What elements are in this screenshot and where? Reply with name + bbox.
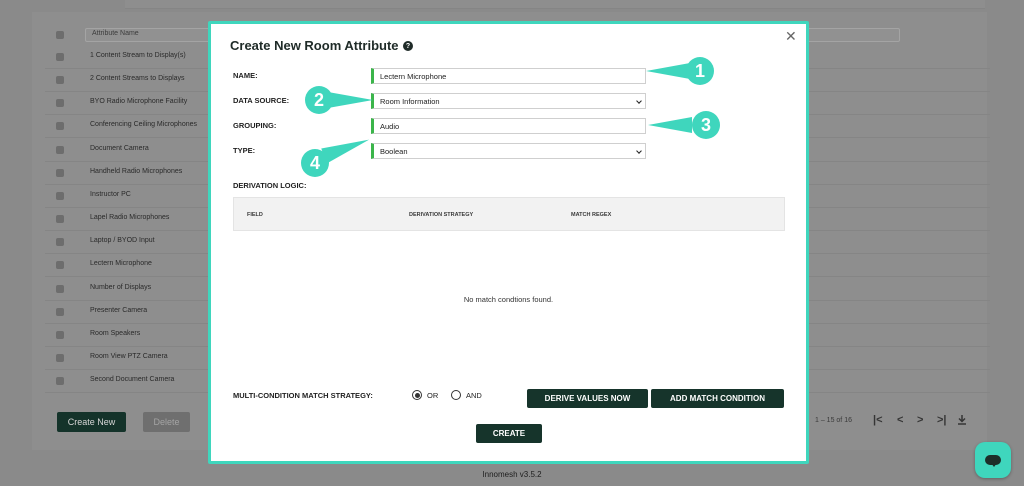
filter-placeholder: Attribute Name bbox=[92, 30, 139, 37]
create-room-attribute-dialog: Create New Room Attribute ? ✕ NAME: Lect… bbox=[211, 24, 806, 461]
row-checkbox[interactable] bbox=[56, 53, 64, 61]
attribute-name: Number of Displays bbox=[90, 283, 152, 291]
top-card bbox=[125, 0, 985, 9]
row-checkbox[interactable] bbox=[56, 284, 64, 293]
attribute-name: Second Document Camera bbox=[90, 376, 175, 384]
row-checkbox[interactable] bbox=[56, 191, 64, 200]
dialog-title: Create New Room Attribute bbox=[230, 38, 399, 53]
add-match-condition-button[interactable]: ADD MATCH CONDITION bbox=[651, 389, 784, 408]
row-checkbox[interactable] bbox=[56, 238, 64, 247]
callout-2-number: 2 bbox=[305, 86, 333, 114]
close-icon[interactable]: ✕ bbox=[785, 28, 797, 45]
delete-button[interactable]: Delete bbox=[143, 412, 190, 432]
attribute-name: Presenter Camera bbox=[90, 306, 148, 314]
attribute-name: Instructor PC bbox=[90, 190, 131, 198]
attribute-name: BYO Radio Microphone Facility bbox=[90, 98, 188, 106]
create-button[interactable]: CREATE bbox=[476, 424, 542, 443]
attribute-name: Document Camera bbox=[90, 144, 149, 152]
help-icon[interactable]: ? bbox=[403, 41, 413, 51]
data-source-select[interactable]: Room Information bbox=[371, 93, 646, 109]
name-label: NAME: bbox=[233, 71, 258, 80]
attribute-name: Handheld Radio Microphones bbox=[90, 167, 183, 175]
name-value: Lectern Microphone bbox=[380, 72, 447, 81]
page-info: 1 – 15 of 16 bbox=[815, 417, 852, 424]
strategy-or-label: OR bbox=[427, 391, 439, 400]
attribute-name: 1 Content Stream to Display(s) bbox=[90, 52, 186, 59]
derive-values-now-button[interactable]: DERIVE VALUES NOW bbox=[527, 389, 648, 408]
type-value: Boolean bbox=[380, 147, 408, 156]
strategy-or-radio[interactable] bbox=[412, 390, 422, 400]
derivation-logic-label: DERIVATION LOGIC: bbox=[233, 181, 307, 190]
select-all-checkbox[interactable] bbox=[56, 31, 64, 39]
chat-button[interactable] bbox=[975, 442, 1011, 478]
row-checkbox[interactable] bbox=[56, 353, 64, 362]
next-page-icon[interactable]: > bbox=[917, 414, 923, 426]
row-checkbox[interactable] bbox=[56, 261, 64, 270]
attribute-name: Lapel Radio Microphones bbox=[90, 214, 170, 222]
row-checkbox[interactable] bbox=[56, 145, 64, 154]
attribute-name: Room View PTZ Camera bbox=[90, 352, 168, 360]
attribute-name: Room Speakers bbox=[90, 329, 141, 337]
strategy-and-label: AND bbox=[466, 391, 482, 400]
strategy-and-radio[interactable] bbox=[451, 390, 461, 400]
attribute-name: Laptop / BYOD Input bbox=[90, 237, 155, 245]
chevron-down-icon bbox=[636, 98, 642, 104]
callout-4-number: 4 bbox=[301, 149, 329, 177]
chevron-down-icon bbox=[636, 148, 642, 154]
row-checkbox[interactable] bbox=[56, 76, 64, 85]
row-checkbox[interactable] bbox=[56, 330, 64, 339]
derivation-table-header: FIELD DERIVATION STRATEGY MATCH REGEX bbox=[233, 197, 785, 231]
column-match-regex: MATCH REGEX bbox=[571, 212, 612, 218]
data-source-label: DATA SOURCE: bbox=[233, 96, 290, 105]
grouping-value: Audio bbox=[380, 122, 400, 131]
type-label: TYPE: bbox=[233, 146, 256, 155]
attribute-name: Lectern Microphone bbox=[90, 260, 152, 268]
prev-page-icon[interactable]: < bbox=[897, 414, 903, 426]
attribute-name: 2 Content Streams to Displays bbox=[90, 75, 185, 83]
top-bar bbox=[0, 0, 1024, 12]
match-strategy-label: MULTI-CONDITION MATCH STRATEGY: bbox=[233, 391, 373, 400]
column-field: FIELD bbox=[247, 212, 263, 218]
row-checkbox[interactable] bbox=[56, 377, 64, 386]
name-input[interactable]: Lectern Microphone bbox=[371, 68, 646, 84]
column-derivation-strategy: DERIVATION STRATEGY bbox=[409, 212, 474, 218]
empty-conditions-message: No match condtions found. bbox=[463, 295, 554, 304]
row-checkbox[interactable] bbox=[56, 99, 64, 108]
create-new-button[interactable]: Create New bbox=[57, 412, 126, 432]
row-checkbox[interactable] bbox=[56, 307, 64, 316]
row-checkbox[interactable] bbox=[56, 215, 64, 224]
callout-1-number: 1 bbox=[686, 57, 714, 85]
type-select[interactable]: Boolean bbox=[371, 143, 646, 159]
callout-3-number: 3 bbox=[692, 111, 720, 139]
grouping-label: GROUPING: bbox=[233, 121, 277, 130]
last-page-icon[interactable]: >| bbox=[937, 414, 947, 426]
data-source-value: Room Information bbox=[380, 97, 440, 106]
version-label: Innomesh v3.5.2 bbox=[482, 470, 542, 479]
download-icon[interactable] bbox=[957, 414, 967, 428]
first-page-icon[interactable]: |< bbox=[873, 414, 883, 426]
row-checkbox[interactable] bbox=[56, 168, 64, 177]
grouping-input[interactable]: Audio bbox=[371, 118, 646, 134]
attribute-name: Conferencing Ceiling Microphones bbox=[90, 121, 198, 129]
row-checkbox[interactable] bbox=[56, 122, 64, 131]
